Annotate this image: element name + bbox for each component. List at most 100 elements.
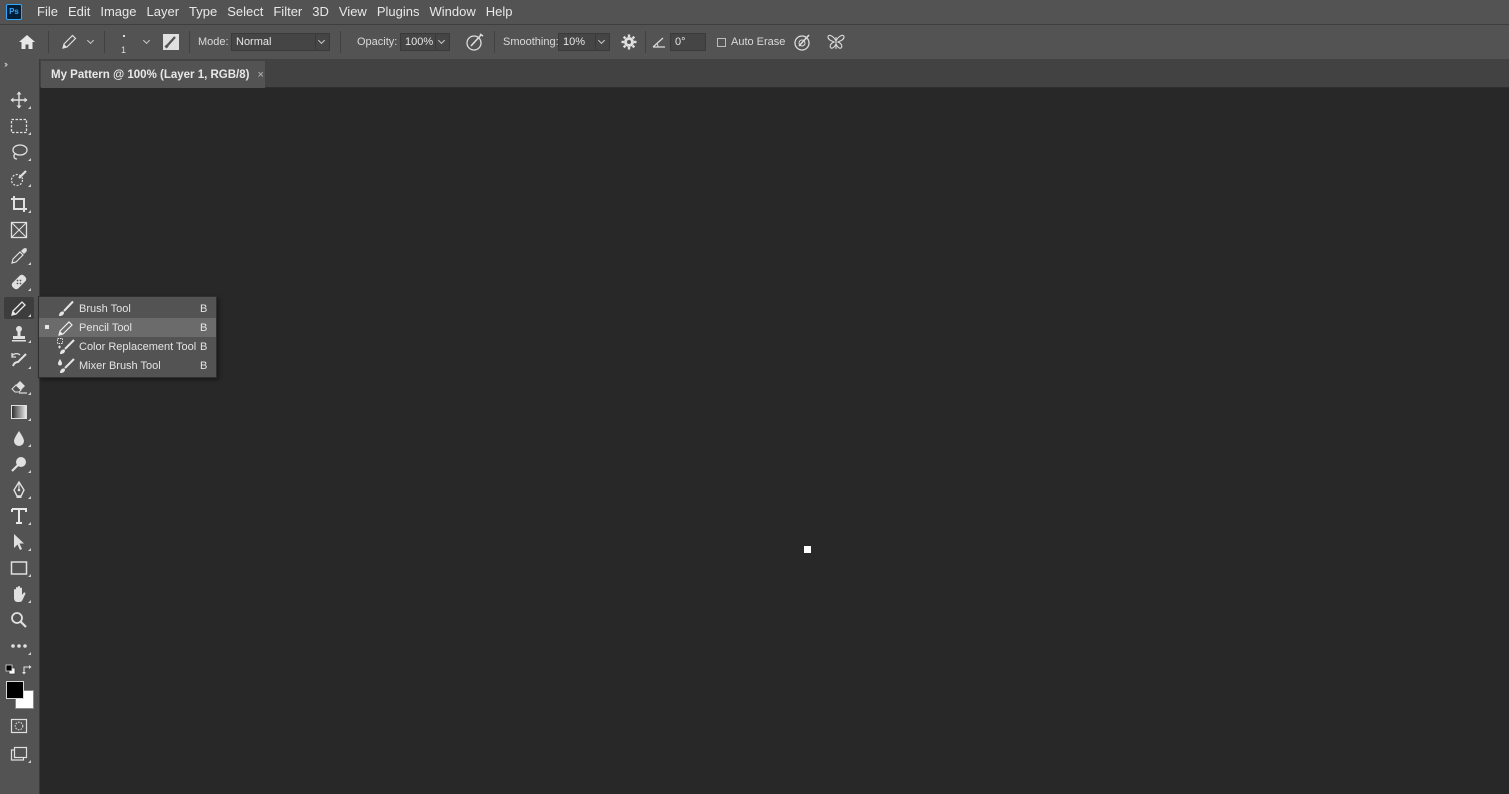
options-separator	[340, 31, 341, 53]
collapse-toolbar-icon[interactable]: ››	[4, 59, 6, 69]
mode-value: Normal	[231, 33, 316, 51]
document-tab[interactable]: My Pattern @ 100% (Layer 1, RGB/8) ×	[41, 61, 265, 88]
brush-size-value: 1	[121, 45, 126, 55]
frame-tool[interactable]	[4, 219, 34, 241]
symmetry-button[interactable]	[826, 25, 846, 59]
opacity-label: Opacity:	[357, 36, 397, 48]
close-icon[interactable]: ×	[257, 69, 263, 81]
smoothing-value[interactable]: 10%	[558, 33, 596, 51]
pressure-opacity-button[interactable]	[465, 25, 485, 59]
bandage-icon	[10, 273, 28, 291]
tools-panel: ››	[0, 59, 40, 794]
eraser-tool[interactable]	[4, 375, 34, 397]
home-button[interactable]	[18, 25, 36, 59]
swap-colors-button[interactable]	[22, 664, 33, 675]
flyout-item-label: Brush Tool	[79, 303, 131, 315]
flyout-item-label: Color Replacement Tool	[79, 341, 196, 353]
path-selection-tool[interactable]	[4, 531, 34, 553]
flyout-item-pencil-tool[interactable]: Pencil Tool B	[39, 318, 216, 337]
type-tool[interactable]	[4, 505, 34, 527]
move-tool[interactable]	[4, 89, 34, 111]
edit-toolbar-button[interactable]	[4, 635, 34, 657]
brush-preset-picker[interactable]: 1	[116, 25, 156, 59]
rectangle-tool[interactable]	[4, 557, 34, 579]
menu-window[interactable]: Window	[424, 0, 480, 24]
document-canvas[interactable]	[804, 546, 811, 553]
chevron-down-icon[interactable]	[436, 33, 450, 51]
quick-mask-icon	[10, 718, 28, 734]
gradient-icon	[10, 404, 28, 420]
flyout-item-brush-tool[interactable]: Brush Tool B	[39, 299, 216, 318]
menu-file[interactable]: File	[32, 0, 63, 24]
hand-tool[interactable]	[4, 583, 34, 605]
menu-type[interactable]: Type	[184, 0, 222, 24]
opacity-value[interactable]: 100%	[400, 33, 436, 51]
marquee-tool[interactable]	[4, 115, 34, 137]
photoshop-logo-icon[interactable]: Ps	[6, 4, 22, 20]
pencil-tool[interactable]	[4, 297, 34, 319]
menu-image[interactable]: Image	[95, 0, 141, 24]
menu-3d[interactable]: 3D	[307, 0, 334, 24]
smoothing-options-button[interactable]	[620, 25, 638, 59]
chevron-down-icon	[86, 37, 96, 47]
chevron-down-icon[interactable]	[596, 33, 610, 51]
gear-icon	[620, 33, 638, 51]
pressure-size-icon	[793, 32, 813, 52]
lasso-icon	[10, 143, 28, 161]
flyout-item-shortcut: B	[200, 303, 207, 315]
tool-group-corner	[28, 444, 31, 447]
crop-tool[interactable]	[4, 193, 34, 215]
move-icon	[10, 91, 28, 109]
zoom-tool[interactable]	[4, 609, 34, 631]
chevron-down-icon	[316, 33, 330, 51]
menu-view[interactable]: View	[334, 0, 372, 24]
angle-field[interactable]: 0°	[670, 25, 706, 59]
clone-stamp-tool[interactable]	[4, 323, 34, 345]
pressure-opacity-icon	[465, 32, 485, 52]
menu-edit[interactable]: Edit	[63, 0, 95, 24]
menu-select[interactable]: Select	[222, 0, 268, 24]
menu-layer[interactable]: Layer	[142, 0, 185, 24]
tool-group-corner	[28, 392, 31, 395]
menu-filter[interactable]: Filter	[268, 0, 307, 24]
canvas-workspace[interactable]	[40, 88, 1509, 794]
stamp-icon	[10, 325, 28, 343]
opacity-field[interactable]: 100%	[400, 25, 450, 59]
tool-group-corner	[28, 340, 31, 343]
flyout-item-label: Mixer Brush Tool	[79, 360, 161, 372]
pressure-size-button[interactable]	[793, 25, 813, 59]
angle-icon	[652, 36, 666, 48]
tool-preset-picker[interactable]	[60, 25, 96, 59]
eyedropper-tool[interactable]	[4, 245, 34, 267]
foreground-color-swatch[interactable]	[6, 681, 24, 699]
eraser-icon	[10, 377, 28, 395]
rectangular-marquee-icon	[10, 118, 28, 134]
menu-plugins[interactable]: Plugins	[372, 0, 425, 24]
smoothing-field[interactable]: 10%	[558, 25, 610, 59]
screen-mode-button[interactable]	[4, 743, 34, 765]
tool-group-corner	[28, 158, 31, 161]
brush-settings-toggle[interactable]	[162, 25, 180, 59]
angle-value[interactable]: 0°	[670, 33, 706, 51]
tool-group-corner	[28, 522, 31, 525]
quick-mask-button[interactable]	[4, 715, 34, 737]
gradient-tool[interactable]	[4, 401, 34, 423]
flyout-item-mixer-brush-tool[interactable]: Mixer Brush Tool B	[39, 356, 216, 375]
pen-icon	[10, 481, 28, 499]
mode-dropdown[interactable]: Normal	[231, 25, 330, 59]
water-drop-icon	[10, 429, 28, 447]
default-colors-button[interactable]	[5, 664, 16, 675]
flyout-item-label: Pencil Tool	[79, 322, 132, 334]
menu-help[interactable]: Help	[481, 0, 518, 24]
lasso-tool[interactable]	[4, 141, 34, 163]
history-brush-tool[interactable]	[4, 349, 34, 371]
options-separator	[645, 31, 646, 53]
healing-brush-tool[interactable]	[4, 271, 34, 293]
menu-bar: Ps File Edit Image Layer Type Select Fil…	[0, 0, 1509, 24]
flyout-item-color-replacement-tool[interactable]: Color Replacement Tool B	[39, 337, 216, 356]
auto-erase-checkbox[interactable]: Auto Erase	[717, 25, 785, 59]
object-selection-tool[interactable]	[4, 167, 34, 189]
pen-tool[interactable]	[4, 479, 34, 501]
blur-tool[interactable]	[4, 427, 34, 449]
dodge-tool[interactable]	[4, 453, 34, 475]
